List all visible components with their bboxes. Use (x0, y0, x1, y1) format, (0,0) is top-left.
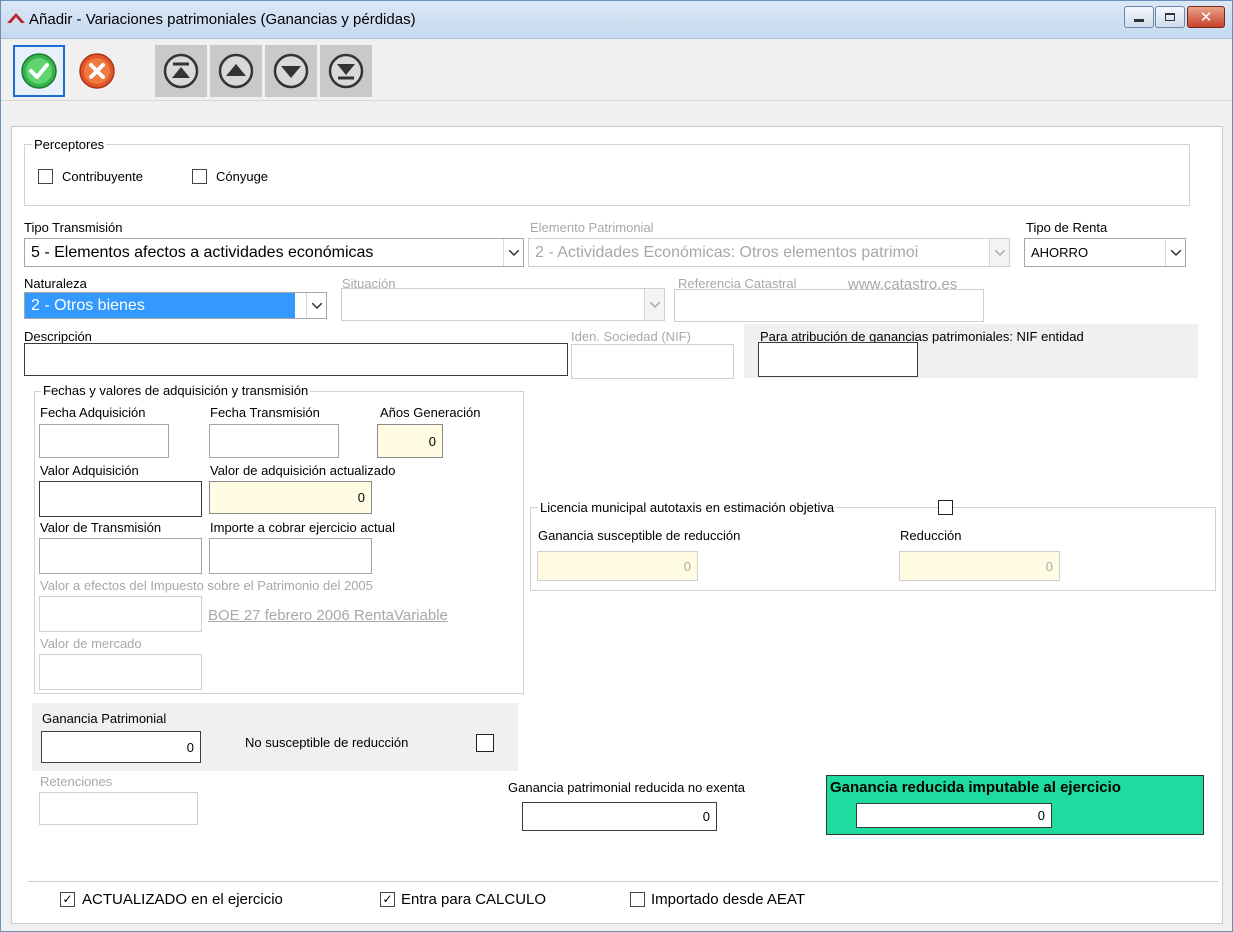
actualizado-checkbox[interactable]: ✓ (60, 892, 75, 907)
close-button[interactable]: ✕ (1187, 6, 1225, 28)
elemento-patrimonial-select[interactable]: 2 - Actividades Económicas: Otros elemen… (528, 238, 1010, 267)
next-record-button[interactable] (265, 45, 317, 97)
importe-cobrar-input[interactable] (209, 538, 372, 574)
reduccion-input[interactable]: 0 (899, 551, 1060, 581)
importado-checkbox[interactable] (630, 892, 645, 907)
previous-record-button[interactable] (210, 45, 262, 97)
ganancia-susceptible-label: Ganancia susceptible de reducción (538, 528, 741, 543)
contribuyente-label: Contribuyente (62, 169, 143, 184)
cancel-x-icon (79, 53, 115, 89)
ganancia-patrimonial-label: Ganancia Patrimonial (42, 711, 167, 726)
maximize-button[interactable] (1155, 6, 1185, 28)
valor-mercado-input[interactable] (39, 654, 202, 690)
reducida-imputable-input[interactable]: 0 (856, 803, 1052, 828)
situacion-select[interactable] (341, 288, 665, 321)
calculo-checkbox[interactable]: ✓ (380, 892, 395, 907)
fecha-transmision-label: Fecha Transmisión (210, 405, 320, 420)
check-icon (21, 53, 57, 89)
reducida-no-exenta-input[interactable]: 0 (522, 802, 717, 831)
next-record-icon (273, 53, 309, 89)
last-record-button[interactable] (320, 45, 372, 97)
first-record-icon (163, 53, 199, 89)
retenciones-input[interactable] (39, 792, 198, 825)
naturaleza-value: 2 - Otros bienes (25, 293, 295, 318)
boe-link[interactable]: BOE 27 febrero 2006 RentaVariable (208, 607, 448, 624)
anos-generacion-label: Años Generación (380, 405, 481, 420)
cancel-button[interactable] (71, 45, 123, 97)
elemento-patrimonial-label: Elemento Patrimonial (530, 220, 654, 235)
chevron-down-icon[interactable] (306, 293, 326, 318)
chevron-down-icon[interactable] (644, 289, 664, 320)
referencia-catastral-input[interactable] (674, 289, 984, 322)
no-susceptible-label: No susceptible de reducción (245, 735, 409, 750)
licencia-checkbox[interactable] (938, 500, 953, 515)
valor-adq-actualizado-input[interactable]: 0 (209, 481, 372, 514)
footer-divider (28, 881, 1218, 882)
valor-adquisicion-input[interactable] (39, 481, 202, 517)
tipo-transmision-value: 5 - Elementos afectos a actividades econ… (31, 243, 374, 261)
tipo-renta-select[interactable]: AHORRO (1024, 238, 1186, 267)
iden-sociedad-label: Iden. Sociedad (NIF) (571, 329, 691, 344)
valor-patrimonio-input[interactable] (39, 596, 202, 632)
tipo-transmision-select[interactable]: 5 - Elementos afectos a actividades econ… (24, 238, 524, 267)
perceptores-title: Perceptores (32, 137, 107, 152)
descripcion-input[interactable] (24, 343, 568, 376)
contribuyente-checkbox[interactable] (38, 169, 53, 184)
actualizado-label: ACTUALIZADO en el ejercicio (82, 891, 283, 908)
app-window: Añadir - Variaciones patrimoniales (Gana… (0, 0, 1233, 932)
minimize-icon (1134, 18, 1144, 22)
valor-adq-actualizado-label: Valor de adquisición actualizado (210, 463, 396, 478)
app-logo-icon (7, 13, 25, 23)
window-title: Añadir - Variaciones patrimoniales (Gana… (29, 11, 416, 28)
chevron-down-icon[interactable] (1165, 239, 1185, 266)
tipo-renta-label: Tipo de Renta (1026, 220, 1108, 235)
tipo-renta-value: AHORRO (1031, 245, 1089, 260)
importe-cobrar-label: Importe a cobrar ejercicio actual (210, 520, 395, 535)
last-record-icon (328, 53, 364, 89)
reducida-no-exenta-label: Ganancia patrimonial reducida no exenta (508, 780, 746, 795)
no-susceptible-checkbox[interactable] (476, 734, 494, 752)
ganancia-susceptible-input[interactable]: 0 (537, 551, 698, 581)
retenciones-label: Retenciones (40, 774, 113, 789)
fechas-title: Fechas y valores de adquisición y transm… (41, 383, 311, 398)
valor-transmision-input[interactable] (39, 538, 202, 574)
valor-transmision-label: Valor de Transmisión (40, 520, 162, 535)
title-bar: Añadir - Variaciones patrimoniales (Gana… (1, 1, 1232, 39)
reducida-imputable-label: Ganancia reducida imputable al ejercicio (830, 779, 1121, 796)
accept-button[interactable] (13, 45, 65, 97)
chevron-down-icon[interactable] (503, 239, 523, 266)
toolbar (1, 39, 1232, 101)
chevron-down-icon[interactable] (989, 239, 1009, 266)
first-record-button[interactable] (155, 45, 207, 97)
descripcion-label: Descripción (24, 329, 92, 344)
maximize-icon (1165, 13, 1175, 21)
licencia-title: Licencia municipal autotaxis en estimaci… (538, 500, 837, 515)
form-panel: Perceptores Contribuyente Cónyuge Tipo T… (11, 126, 1223, 924)
nif-entidad-input[interactable] (758, 342, 918, 377)
calculo-label: Entra para CALCULO (401, 891, 547, 908)
iden-sociedad-input[interactable] (571, 344, 734, 379)
ganancia-patrimonial-input[interactable]: 0 (41, 731, 201, 763)
minimize-button[interactable] (1124, 6, 1154, 28)
conyuge-label: Cónyuge (216, 169, 269, 184)
elemento-patrimonial-value: 2 - Actividades Económicas: Otros elemen… (535, 243, 919, 261)
naturaleza-label: Naturaleza (24, 276, 87, 291)
fecha-adquisicion-label: Fecha Adquisición (40, 405, 146, 420)
anos-generacion-input[interactable]: 0 (377, 424, 443, 458)
tipo-transmision-label: Tipo Transmisión (24, 220, 123, 235)
fecha-transmision-input[interactable] (209, 424, 339, 458)
checkmark-icon: ✓ (62, 892, 73, 906)
fecha-adquisicion-input[interactable] (39, 424, 169, 458)
reduccion-label: Reducción (900, 528, 962, 543)
naturaleza-select[interactable]: 2 - Otros bienes (24, 292, 327, 319)
valor-patrimonio-label: Valor a efectos del Impuesto sobre el Pa… (40, 578, 373, 593)
importado-label: Importado desde AEAT (651, 891, 805, 908)
valor-mercado-label: Valor de mercado (40, 636, 142, 651)
previous-record-icon (218, 53, 254, 89)
checkmark-icon: ✓ (382, 892, 393, 906)
close-icon: ✕ (1199, 8, 1213, 26)
conyuge-checkbox[interactable] (192, 169, 207, 184)
valor-adquisicion-label: Valor Adquisición (40, 463, 139, 478)
